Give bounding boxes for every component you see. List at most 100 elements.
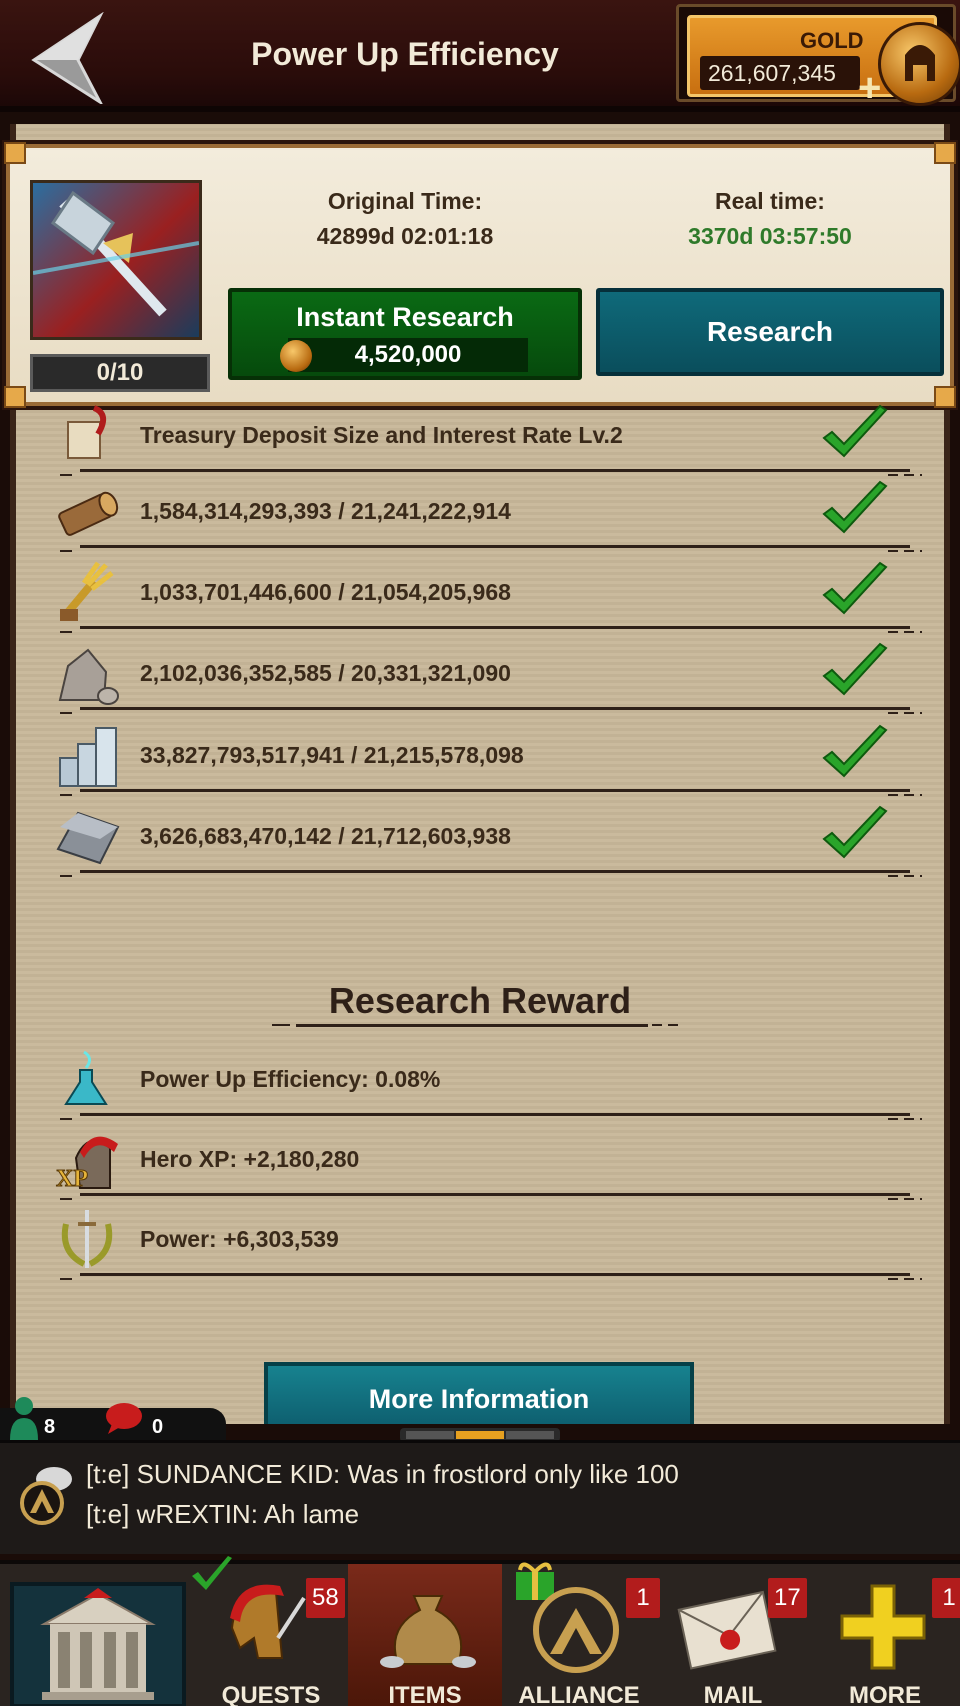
instant-research-button[interactable]: Instant Research 4,520,000	[228, 288, 582, 380]
corner-ornament	[4, 386, 26, 408]
gold-value: 261,607,345	[700, 56, 860, 90]
reward-row: XP Hero XP: +2,180,280	[50, 1124, 922, 1200]
reward-text: Hero XP: +2,180,280	[140, 1146, 360, 1172]
divider-dash	[888, 1198, 922, 1200]
nav-home-button[interactable]	[0, 1564, 194, 1706]
divider-dash	[60, 631, 72, 633]
divider-dash	[888, 550, 922, 552]
back-button[interactable]	[30, 11, 114, 107]
reward-text: Power: +6,303,539	[140, 1226, 339, 1252]
divider-line	[80, 1273, 910, 1276]
top-bar: Power Up Efficiency GOLD 261,607,345 +	[0, 0, 960, 112]
requirement-text: 2,102,036,352,585 / 20,331,321,090	[140, 660, 511, 686]
nav-mail-button[interactable]: 17 MAIL	[656, 1564, 810, 1706]
page-dot	[406, 1431, 454, 1439]
page-dot-active	[456, 1431, 504, 1439]
add-gold-icon[interactable]: +	[858, 68, 881, 108]
divider-dash	[888, 794, 922, 796]
requirement-row: 1,033,701,446,600 / 21,054,205,968	[50, 557, 922, 633]
iron-icon	[56, 811, 120, 865]
real-time-value: 3370d 03:57:50	[688, 223, 852, 249]
requirement-text: 1,033,701,446,600 / 21,054,205,968	[140, 579, 511, 605]
quests-badge: 58	[306, 1578, 345, 1618]
alliance-badge: 1	[626, 1578, 660, 1618]
divider-line	[80, 707, 910, 710]
silver-icon	[59, 727, 117, 787]
reward-text: Power Up Efficiency: 0.08%	[140, 1066, 441, 1092]
original-time-value: 42899d 02:01:18	[316, 223, 494, 249]
spartan-coin-icon	[878, 22, 960, 106]
svg-text:XP: XP	[56, 1166, 88, 1192]
page-dot	[506, 1431, 554, 1439]
requirement-text: 33,827,793,517,941 / 21,215,578,098	[140, 742, 524, 768]
research-thumbnail	[30, 180, 202, 340]
chat-bubble-icon	[106, 1403, 142, 1434]
power-icon	[61, 1210, 113, 1268]
research-level: 0/10	[30, 354, 210, 392]
requirement-row: Treasury Deposit Size and Interest Rate …	[50, 400, 922, 476]
nav-mail-label: MAIL	[703, 1682, 763, 1706]
divider-dash	[60, 712, 72, 714]
mail-envelope-icon	[677, 1590, 777, 1670]
hammer-icon	[33, 190, 199, 317]
stone-icon	[58, 648, 119, 705]
divider-dash	[888, 1278, 922, 1280]
instant-research-cost: 4,520,000	[288, 338, 528, 372]
research-button[interactable]: Research	[596, 288, 944, 376]
home-tile	[10, 1582, 186, 1706]
corner-ornament	[934, 386, 956, 408]
divider-line	[80, 1113, 910, 1116]
requirement-text: 1,584,314,293,393 / 21,241,222,914	[140, 498, 511, 524]
nav-more-button[interactable]: 1 MORE	[810, 1564, 960, 1706]
original-time-block: Original Time: 42899d 02:01:18	[260, 188, 550, 250]
gold-panel: GOLD 261,607,345 +	[687, 15, 960, 108]
checkmark-icon	[822, 724, 888, 778]
divider-line	[80, 1193, 910, 1196]
bottom-navigation: 58 QUESTS ITEMS 1 ALLIANCE 17 MAIL 1 MOR…	[0, 1556, 960, 1706]
palace-icon	[40, 1588, 156, 1700]
spartan-helmet-icon	[230, 1584, 306, 1659]
divider-dash	[60, 1118, 72, 1120]
checkmark-icon	[822, 480, 888, 534]
divider-dash	[888, 875, 922, 877]
chat-bar[interactable]: [t:e] SUNDANCE KID: Was in frostlord onl…	[0, 1440, 960, 1554]
corner-ornament	[4, 142, 26, 164]
divider-line	[80, 789, 910, 792]
requirement-row: 1,584,314,293,393 / 21,241,222,914	[50, 476, 922, 552]
divider-line	[80, 626, 910, 629]
divider-dash	[60, 875, 72, 877]
wood-icon	[58, 491, 119, 536]
chat-message: [t:e] SUNDANCE KID: Was in frostlord onl…	[86, 1459, 679, 1489]
reward-row: Power Up Efficiency: 0.08%	[50, 1044, 922, 1120]
gold-display[interactable]: GOLD 261,607,345 +	[676, 4, 960, 108]
divider-line	[80, 545, 910, 548]
gold-label: GOLD	[800, 28, 864, 53]
online-count: 8	[44, 1416, 56, 1438]
real-time-block: Real time: 3370d 03:57:50	[620, 188, 920, 250]
mail-badge: 17	[768, 1578, 807, 1618]
alliance-chat-icon	[20, 1467, 72, 1525]
divider-line	[80, 870, 910, 873]
nav-items-label: ITEMS	[388, 1682, 462, 1706]
online-counters[interactable]: 8 0	[0, 1397, 226, 1444]
nav-items-button[interactable]: ITEMS	[348, 1564, 502, 1706]
divider-dash	[888, 712, 922, 714]
more-information-button[interactable]: More Information	[264, 1362, 694, 1424]
requirement-text: Treasury Deposit Size and Interest Rate …	[140, 422, 623, 448]
requirement-row: 3,626,683,470,142 / 21,712,603,938	[50, 801, 922, 877]
divider-dash	[60, 1198, 72, 1200]
potion-icon	[64, 1050, 108, 1105]
plus-icon	[840, 1584, 926, 1670]
item-bag-icon	[380, 1595, 476, 1668]
requirement-row: 2,102,036,352,585 / 20,331,321,090	[50, 638, 922, 714]
nav-quests-button[interactable]: 58 QUESTS	[192, 1556, 348, 1706]
requirement-text: 3,626,683,470,142 / 21,712,603,938	[140, 823, 511, 849]
alliance-emblem-icon	[533, 1587, 619, 1673]
nav-alliance-label: ALLIANCE	[518, 1682, 640, 1706]
nav-alliance-button[interactable]: 1 ALLIANCE	[502, 1562, 660, 1706]
divider-dash	[888, 1118, 922, 1120]
more-badge: 1	[932, 1578, 960, 1618]
requirement-row: 33,827,793,517,941 / 21,215,578,098	[50, 720, 922, 796]
message-count: 0	[152, 1416, 164, 1438]
hero-xp-icon: XP	[56, 1136, 118, 1193]
